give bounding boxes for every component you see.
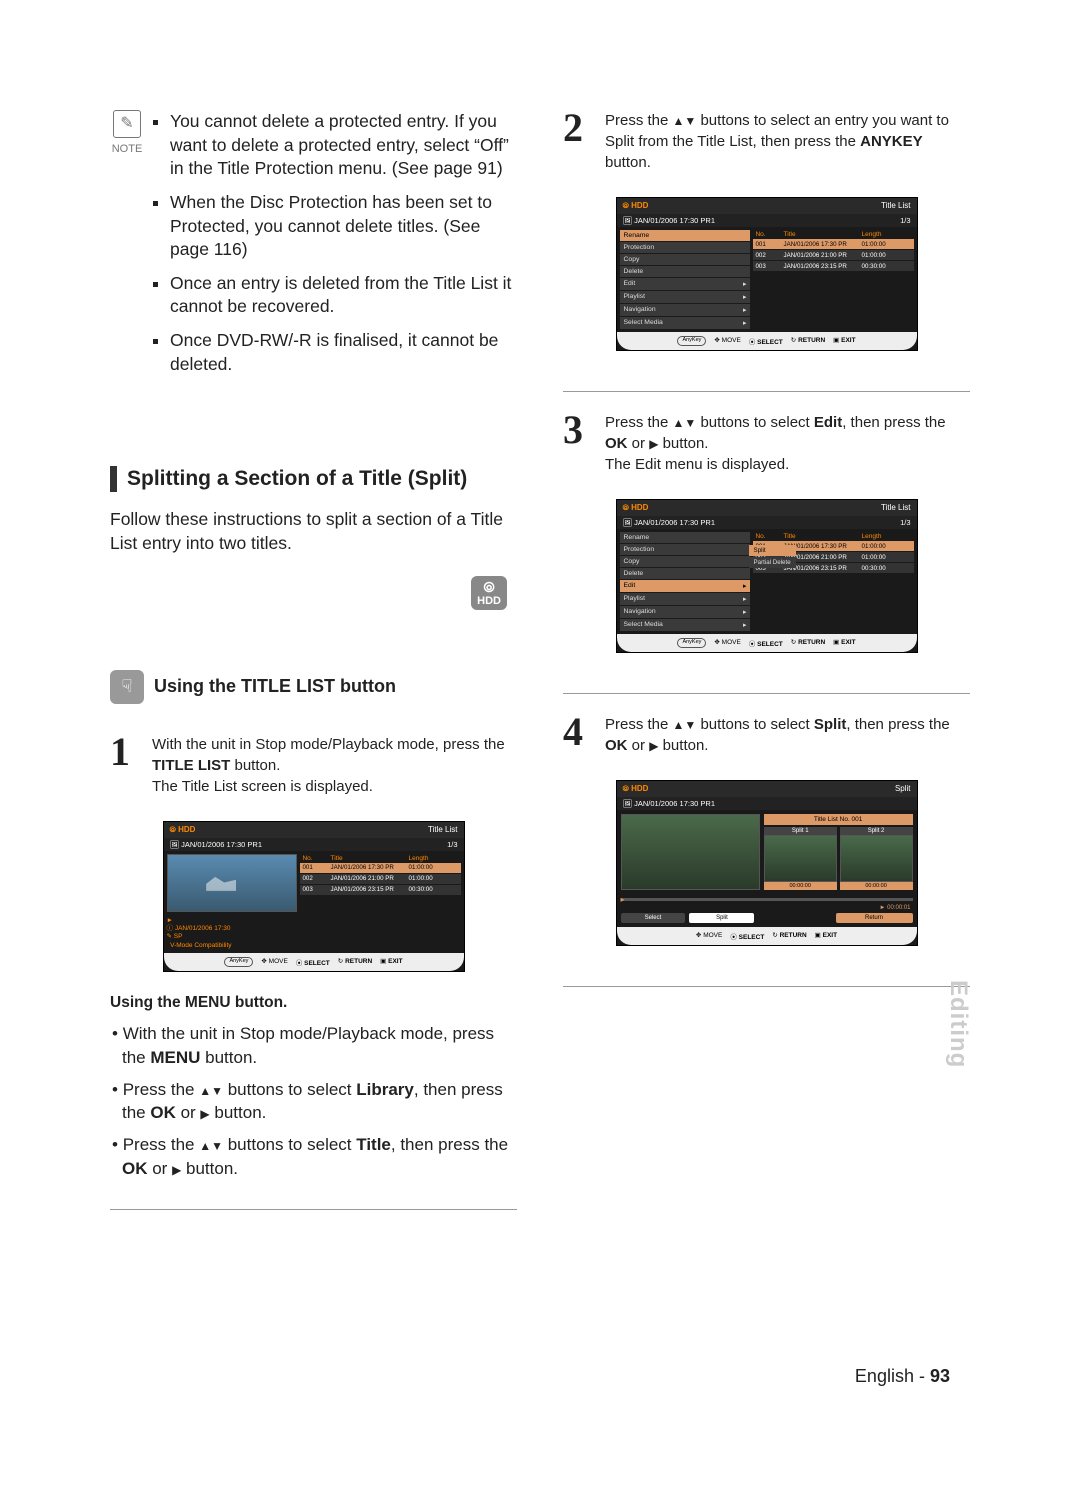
hand-icon: ☟ xyxy=(110,670,144,704)
subsection-heading: ☟ Using the TITLE LIST button xyxy=(110,670,517,704)
step-number: 4 xyxy=(563,714,593,756)
note-list: You cannot delete a protected entry. If … xyxy=(156,110,517,386)
note-item: When the Disc Protection has been set to… xyxy=(170,191,517,262)
osd-thumbnail xyxy=(167,854,298,912)
page-footer: English - 93 xyxy=(855,1366,950,1387)
section-heading: Splitting a Section of a Title (Split) xyxy=(110,466,517,492)
step-number: 3 xyxy=(563,412,593,475)
osd-title-list: ⦾ HDD Title List 🖼 JAN/01/2006 17:30 PR1… xyxy=(163,821,465,973)
note-block: ✎ NOTE You cannot delete a protected ent… xyxy=(110,110,517,386)
osd-edit-menu: ⦾ HDD Title List 🖼 JAN/01/2006 17:30 PR1… xyxy=(616,499,918,653)
using-menu-heading: Using the MENU button. xyxy=(110,992,517,1014)
using-menu-block: Using the MENU button. • With the unit i… xyxy=(110,992,517,1188)
step-3: 3 Press the ▲▼ buttons to select Edit, t… xyxy=(563,412,970,475)
step-number: 2 xyxy=(563,110,593,173)
subsection-title: Using the TITLE LIST button xyxy=(154,676,396,697)
osd-split-preview xyxy=(621,814,760,890)
hdd-chip: ⦾ HDD xyxy=(471,576,507,610)
step-1: 1 With the unit in Stop mode/Playback mo… xyxy=(110,734,517,797)
step-4: 4 Press the ▲▼ buttons to select Split, … xyxy=(563,714,970,756)
osd-anykey-menu: ⦾ HDD Title List 🖼 JAN/01/2006 17:30 PR1… xyxy=(616,197,918,351)
step-number: 1 xyxy=(110,734,140,797)
note-item: Once an entry is deleted from the Title … xyxy=(170,272,517,319)
note-label: NOTE xyxy=(110,142,144,157)
note-item: You cannot delete a protected entry. If … xyxy=(170,110,517,181)
section-title: Splitting a Section of a Title (Split) xyxy=(127,467,467,491)
side-tab: Editing xyxy=(944,980,972,1068)
note-item: Once DVD-RW/-R is finalised, it cannot b… xyxy=(170,329,517,376)
step-2: 2 Press the ▲▼ buttons to select an entr… xyxy=(563,110,970,173)
note-icon: ✎ NOTE xyxy=(110,110,144,386)
section-desc: Follow these instructions to split a sec… xyxy=(110,508,517,555)
osd-split-screen: ⦾ HDD Split 🖼 JAN/01/2006 17:30 PR1 Titl… xyxy=(616,780,918,946)
